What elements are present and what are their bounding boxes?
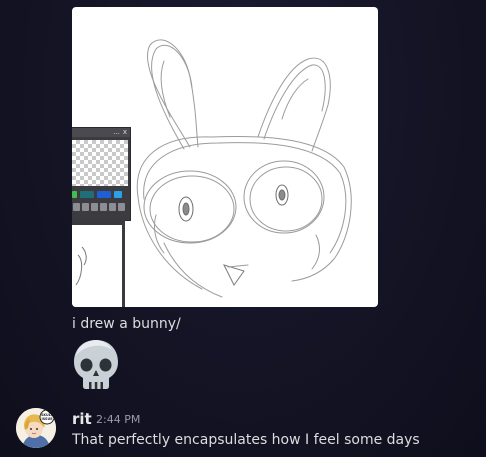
thumbnail-sketch [75,246,87,286]
user-avatar-illustration: SKULL ISSUE [16,408,56,448]
transparency-canvas [72,140,128,186]
panel-minimize-icon: ... [113,128,120,136]
message-timestamp: 2:44 PM [96,413,141,426]
message-text: i drew a bunny/ [72,316,181,332]
image-attachment[interactable]: ... x [72,7,378,307]
swatch-green [72,191,77,198]
avatar-badge-line2: ISSUE [41,417,53,421]
eyedropper-icon [118,203,125,211]
swatch-teal [80,191,94,198]
chat-message-list: ... x i drew a bunny/ SKULL ISSUE rit 2:… [0,0,486,457]
airbrush-icon [91,203,98,211]
panel-close-icon: x [122,128,127,136]
paint-tool-panel: ... x [72,127,131,221]
blur-icon [100,203,107,211]
paint-panel-titlebar: ... x [72,128,130,137]
canvas-thumbnail [72,219,125,307]
username[interactable]: rit [72,409,92,429]
pen-icon [82,203,89,211]
brush-tool-row [72,203,130,211]
swatch-blue [97,191,111,198]
skull-icon [74,340,118,389]
color-swatches [72,191,130,198]
message-text: That perfectly encapsulates how I feel s… [72,432,420,448]
swatch-cyan [114,191,122,198]
smudge-icon [109,203,116,211]
thumbnail-frame [72,219,125,225]
avatar[interactable]: SKULL ISSUE [16,408,56,448]
brush-icon [73,203,80,211]
